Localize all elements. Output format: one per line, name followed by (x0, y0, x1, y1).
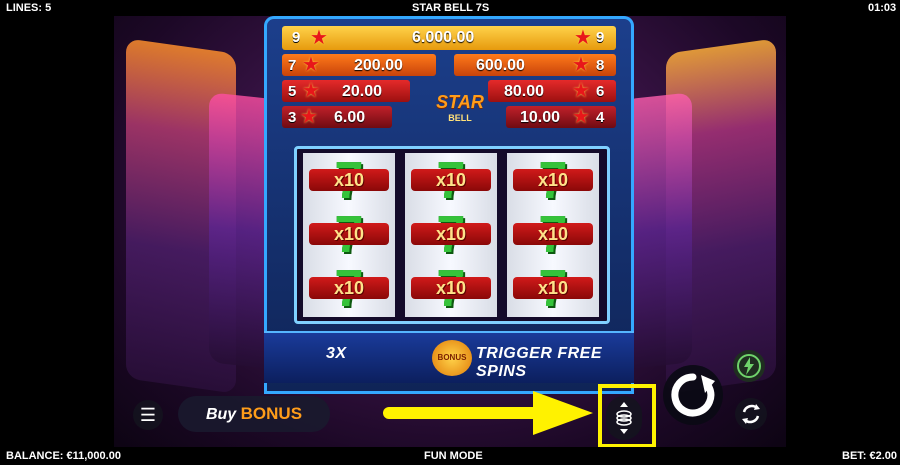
seven-symbol: 7x10 (411, 209, 491, 261)
bet-label: BET: €2.00 (842, 450, 898, 462)
paytable-value: 6.000.00 (412, 29, 475, 46)
paytable-count: 7 (288, 57, 297, 74)
buy-bonus-label: BONUS (240, 404, 303, 423)
star-icon: ★ (300, 106, 318, 128)
paytable-row-9: 9 ★ 6.000.00 ★ 9 (282, 26, 616, 50)
turbo-button[interactable] (733, 350, 765, 382)
paytable-value: 10.00 (520, 109, 561, 126)
highlight-box (598, 384, 656, 448)
paytable-count: 5 (288, 83, 297, 100)
buy-bonus-button[interactable]: Buy BONUS (178, 396, 330, 432)
multiplier-label: x10 (309, 277, 389, 299)
paytable-count: 8 (596, 57, 605, 74)
multiplier-label: x10 (309, 169, 389, 191)
paytable-row-7: 7 ★ 200.00 (282, 54, 436, 76)
paytable-row-5: 5 ★ 20.00 (282, 80, 410, 102)
balance-label: BALANCE: €11,000.00 (6, 450, 121, 462)
paytable-count: 9 (596, 29, 605, 46)
multiplier-label: x10 (513, 169, 593, 191)
paytable-value: 6.00 (334, 109, 366, 126)
top-bar: LINES: 5 STAR BELL 7S 01:03 (0, 0, 900, 16)
star-icon: ★ (302, 80, 320, 102)
free-spins-banner: 3X BONUS TRIGGER FREE SPINS (264, 331, 634, 383)
reel-2: 7x10 7x10 7x10 (405, 153, 497, 317)
star-icon: ★ (310, 27, 328, 49)
seven-symbol: 7x10 (411, 263, 491, 315)
paytable-count: 4 (596, 109, 605, 126)
paytable-count: 6 (596, 83, 605, 100)
paytable-value: 20.00 (342, 83, 383, 100)
autoplay-button[interactable] (735, 398, 767, 430)
banner-prefix: 3X (326, 345, 347, 362)
paytable-row-6: 80.00 ★ 6 (488, 80, 616, 102)
banner-text: TRIGGER FREE SPINS (476, 345, 603, 380)
paytable-row-4: 10.00 ★ 4 (506, 106, 616, 128)
menu-button[interactable]: ☰ (133, 400, 163, 430)
bottom-bar: BALANCE: €11,000.00 FUN MODE BET: €2.00 (0, 447, 900, 465)
clock: 01:03 (868, 2, 897, 14)
reel-area: 7x10 7x10 7x10 7x10 7x10 7x10 7x10 7x10 … (294, 146, 610, 324)
paytable-count: 9 (292, 29, 301, 46)
seven-symbol: 7x10 (513, 155, 593, 207)
game-logo: STAR BELL (420, 92, 500, 134)
reel-1: 7x10 7x10 7x10 (303, 153, 395, 317)
hamburger-menu-icon: ☰ (139, 405, 157, 425)
seven-symbol: 7x10 (513, 263, 593, 315)
paytable-value: 200.00 (354, 57, 403, 74)
paytable-count: 3 (288, 109, 297, 126)
lightning-icon (737, 354, 761, 378)
star-icon: ★ (574, 27, 592, 49)
multiplier-label: x10 (411, 277, 491, 299)
seven-symbol: 7x10 (309, 155, 389, 207)
multiplier-label: x10 (411, 223, 491, 245)
logo-text-star: STAR (436, 92, 484, 112)
spin-arrow-icon (671, 373, 715, 417)
multiplier-label: x10 (513, 223, 593, 245)
multiplier-label: x10 (411, 169, 491, 191)
paytable-row-8: 600.00 ★ 8 (454, 54, 616, 76)
star-icon: ★ (572, 80, 590, 102)
seven-symbol: 7x10 (513, 209, 593, 261)
buy-bonus-prefix: Buy (205, 406, 237, 423)
yellow-arrow-icon (383, 391, 593, 435)
seven-symbol: 7x10 (309, 263, 389, 315)
star-icon: ★ (572, 106, 590, 128)
spin-button[interactable] (663, 365, 723, 425)
paytable-value: 80.00 (504, 83, 545, 100)
paytable: 9 ★ 6.000.00 ★ 9 7 ★ 200.00 600.00 ★ 8 5… (282, 26, 616, 136)
paytable-value: 600.00 (476, 57, 525, 74)
seven-symbol: 7x10 (411, 155, 491, 207)
multiplier-label: x10 (309, 223, 389, 245)
mode-label: FUN MODE (424, 450, 483, 462)
bonus-badge-icon: BONUS (432, 340, 472, 376)
game-title: STAR BELL 7S (412, 2, 490, 14)
reel-3: 7x10 7x10 7x10 (507, 153, 599, 317)
seven-symbol: 7x10 (309, 209, 389, 261)
logo-text-bell: BELL (448, 113, 472, 123)
refresh-icon (742, 404, 760, 424)
star-icon: ★ (572, 54, 590, 76)
paytable-row-3: 3 ★ 6.00 (282, 106, 392, 128)
slot-machine: 9 ★ 6.000.00 ★ 9 7 ★ 200.00 600.00 ★ 8 5… (264, 16, 634, 394)
star-icon: ★ (302, 54, 320, 76)
multiplier-label: x10 (513, 277, 593, 299)
lines-label: LINES: 5 (6, 2, 52, 14)
